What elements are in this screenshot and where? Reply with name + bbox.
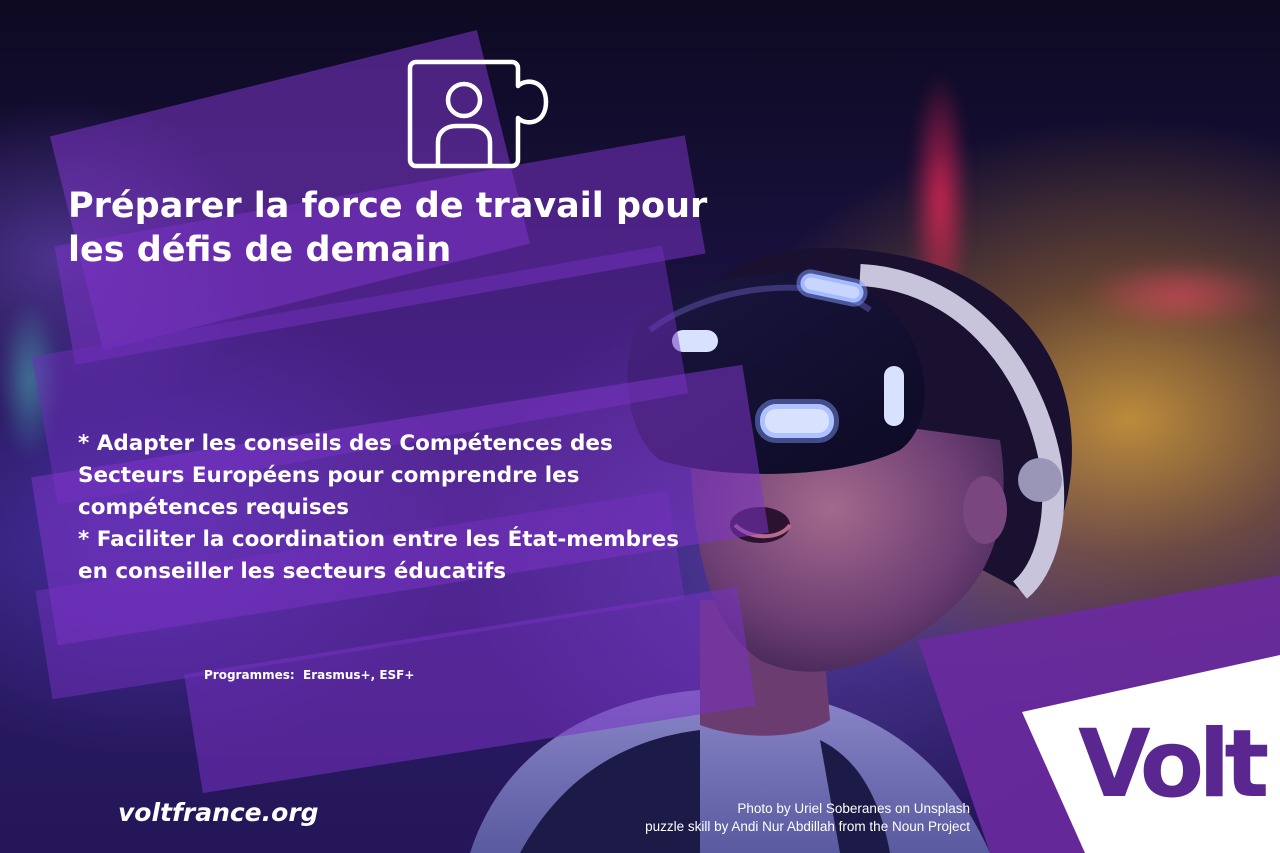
bullet-line: * Adapter les conseils des Compétences d… <box>78 431 613 456</box>
volt-logo: Volt <box>1078 710 1269 819</box>
headline: Préparer la force de travail pour les dé… <box>68 184 748 272</box>
image-credits: Photo by Uriel Soberanes on Unsplash puz… <box>645 800 970 836</box>
headline-line: Préparer la force de travail pour <box>68 186 708 226</box>
poster: Préparer la force de travail pour les dé… <box>0 0 1280 853</box>
bullet-list: * Adapter les conseils des Compétences d… <box>78 428 778 588</box>
bullet-item: * Faciliter la coordination entre les Ét… <box>78 524 778 588</box>
bullet-line: Secteurs Européens pour comprendre les <box>78 463 580 488</box>
puzzle-person-icon <box>407 59 549 169</box>
programmes-label: Programmes: Erasmus+, ESF+ <box>204 668 415 682</box>
bullet-item: * Adapter les conseils des Compétences d… <box>78 428 778 524</box>
headline-line: les défis de demain <box>68 230 452 270</box>
icon-credit: puzzle skill by Andi Nur Abdillah from t… <box>645 819 970 834</box>
website-link[interactable]: voltfrance.org <box>118 798 319 827</box>
bullet-line: compétences requises <box>78 495 350 520</box>
bullet-line: en conseiller les secteurs éducatifs <box>78 559 507 584</box>
photo-credit: Photo by Uriel Soberanes on Unsplash <box>737 801 970 816</box>
bullet-line: * Faciliter la coordination entre les Ét… <box>78 527 680 552</box>
